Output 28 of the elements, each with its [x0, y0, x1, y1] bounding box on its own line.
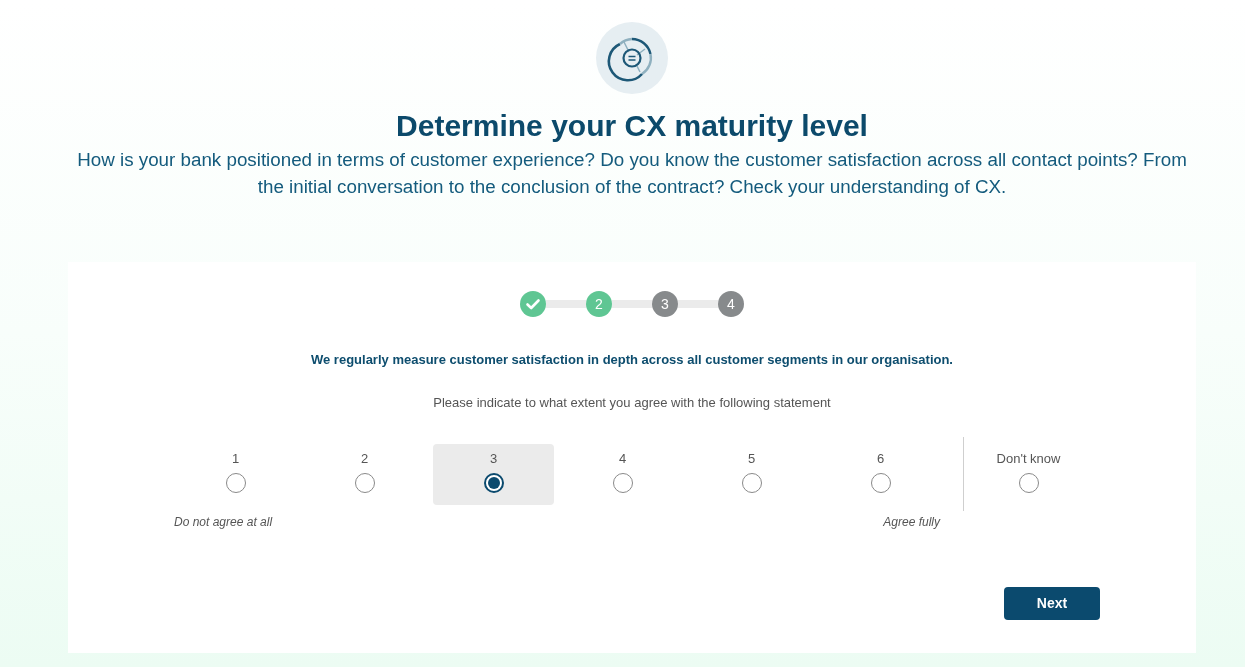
radio-button[interactable]: [483, 472, 504, 493]
option-label: 3: [489, 450, 498, 467]
option-label: Don't know: [996, 450, 1061, 467]
instruction-text: Please indicate to what extent you agree with the following statement: [433, 395, 831, 411]
page-title: Determine your CX maturity level: [396, 108, 868, 144]
radio-button[interactable]: [354, 472, 375, 493]
ring-chart-icon: [596, 22, 668, 94]
option-label: 6: [876, 450, 885, 467]
radio-button[interactable]: [741, 472, 762, 493]
next-button[interactable]: Next: [1004, 587, 1100, 620]
option-label: 1: [231, 450, 240, 467]
option-label: 5: [747, 450, 756, 467]
option-label: 2: [360, 450, 369, 467]
radio-button[interactable]: [612, 472, 633, 493]
step-indicator: 2: [586, 291, 612, 317]
scale-low-label: Do not agree at all: [174, 514, 273, 530]
step-indicator: 4: [718, 291, 744, 317]
question-statement: We regularly measure customer satisfaction in depth across all customer segments in our organisation.: [311, 352, 953, 368]
radio-button[interactable]: [225, 472, 246, 493]
radio-button[interactable]: [1018, 472, 1039, 493]
radio-button[interactable]: [870, 472, 891, 493]
option-label: 4: [618, 450, 627, 467]
step-indicator: 3: [652, 291, 678, 317]
step-connector: [612, 300, 652, 308]
intro-paragraph: How is your bank positioned in terms of customer experience? Do you know the customer satisfaction across all contact points? From the initial conversation to the conclusion of the contract? Check your understanding of CX.: [76, 148, 1188, 199]
scale-high-label: Agree fully: [883, 514, 940, 530]
step-connector: [678, 300, 718, 308]
step-connector: [546, 300, 586, 308]
